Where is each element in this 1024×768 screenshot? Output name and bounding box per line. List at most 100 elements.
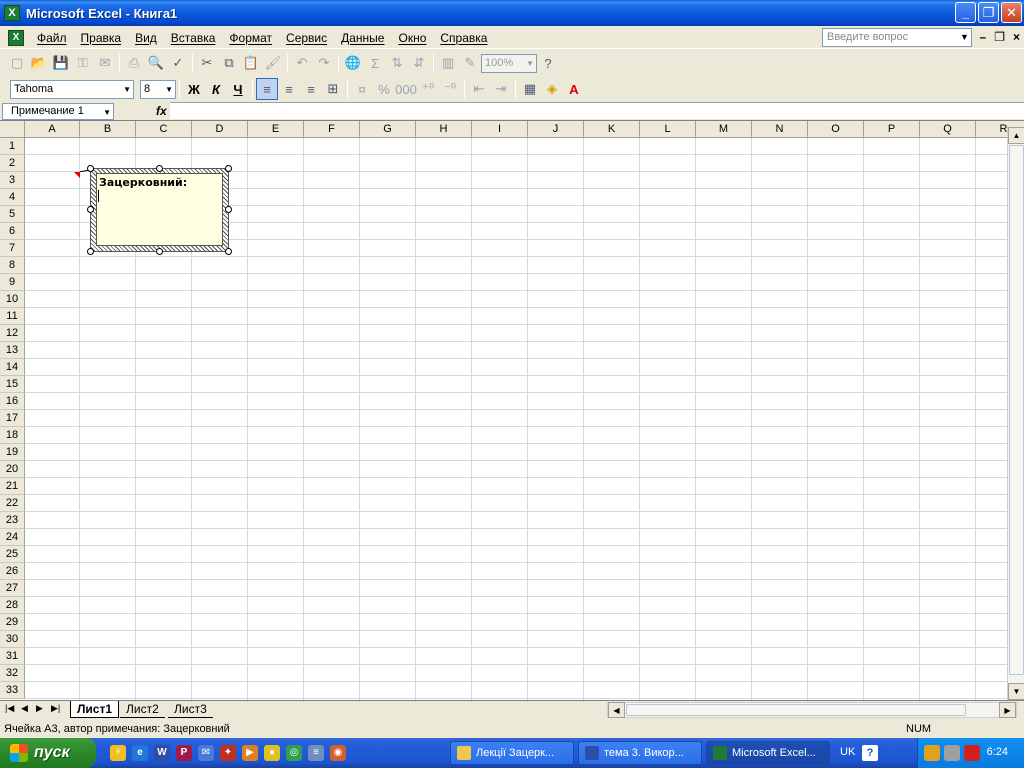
row-header-15[interactable]: 15 xyxy=(0,376,25,393)
scroll-up-icon[interactable]: ▲ xyxy=(1008,127,1024,144)
workbook-close-button[interactable]: × xyxy=(1013,30,1020,44)
resize-handle-w[interactable] xyxy=(87,206,94,213)
row-header-10[interactable]: 10 xyxy=(0,291,25,308)
drawing-icon[interactable]: ✎ xyxy=(459,52,481,74)
scroll-down-icon[interactable]: ▼ xyxy=(1008,683,1024,700)
row-header-11[interactable]: 11 xyxy=(0,308,25,325)
sheet-tab-2[interactable]: Лист2 xyxy=(120,701,165,718)
bold-button[interactable]: Ж xyxy=(183,78,205,100)
comment-box[interactable]: Зацерковний: xyxy=(96,173,223,246)
resize-handle-sw[interactable] xyxy=(87,248,94,255)
font-size-select[interactable]: 8 ▼ xyxy=(140,79,176,99)
row-header-1[interactable]: 1 xyxy=(0,138,25,155)
chart-wizard-icon[interactable]: ▥ xyxy=(437,52,459,74)
column-header-p[interactable]: P xyxy=(864,121,920,138)
resize-handle-e[interactable] xyxy=(225,206,232,213)
menu-file[interactable]: Файл xyxy=(30,29,74,47)
vertical-scroll-thumb[interactable] xyxy=(1009,145,1024,675)
next-sheet-icon[interactable]: ▶ xyxy=(36,703,43,714)
column-header-l[interactable]: L xyxy=(640,121,696,138)
resize-handle-s[interactable] xyxy=(156,248,163,255)
word-icon[interactable]: W xyxy=(154,745,170,761)
row-header-31[interactable]: 31 xyxy=(0,648,25,665)
insert-function-icon[interactable]: fx xyxy=(156,104,167,118)
column-header-o[interactable]: O xyxy=(808,121,864,138)
hyperlink-icon[interactable]: 🌐 xyxy=(342,52,364,74)
formula-input[interactable] xyxy=(170,102,1024,119)
scroll-left-icon[interactable]: ◀ xyxy=(608,702,625,718)
quicklaunch-app-icon[interactable]: ✦ xyxy=(220,745,236,761)
vertical-scrollbar[interactable]: ▲ ▼ xyxy=(1007,127,1024,700)
media-player-icon[interactable]: ▶ xyxy=(242,745,258,761)
row-header-9[interactable]: 9 xyxy=(0,274,25,291)
workbook-restore-button[interactable]: ❐ xyxy=(994,30,1005,44)
quicklaunch-app3-icon[interactable]: ◎ xyxy=(286,745,302,761)
borders-icon[interactable]: ▦ xyxy=(519,78,541,100)
align-center-icon[interactable]: ≡ xyxy=(278,78,300,100)
row-header-6[interactable]: 6 xyxy=(0,223,25,240)
close-button[interactable]: ✕ xyxy=(1001,2,1022,23)
menu-format[interactable]: Формат xyxy=(222,29,279,47)
tray-volume-icon[interactable] xyxy=(944,745,960,761)
email-icon[interactable]: ✉ xyxy=(94,52,116,74)
row-header-20[interactable]: 20 xyxy=(0,461,25,478)
increase-decimal-icon[interactable]: ⁺⁰ xyxy=(417,78,439,100)
font-name-select[interactable]: Tahoma ▼ xyxy=(10,79,134,99)
horizontal-scrollbar[interactable]: ◀ ▶ xyxy=(607,702,1017,718)
row-header-3[interactable]: 3 xyxy=(0,172,25,189)
taskbar-button-word[interactable]: тема 3. Викор... xyxy=(578,741,702,765)
italic-button[interactable]: К xyxy=(205,78,227,100)
autosum-icon[interactable]: Σ xyxy=(364,52,386,74)
language-indicator[interactable]: UK xyxy=(840,746,855,758)
decrease-decimal-icon[interactable]: ⁻⁰ xyxy=(439,78,461,100)
row-header-25[interactable]: 25 xyxy=(0,546,25,563)
row-header-33[interactable]: 33 xyxy=(0,682,25,699)
menu-help[interactable]: Справка xyxy=(433,29,494,47)
minimize-button[interactable]: _ xyxy=(955,2,976,23)
currency-icon[interactable]: ¤ xyxy=(351,78,373,100)
language-help-icon[interactable]: ? xyxy=(862,745,878,761)
cut-icon[interactable]: ✂ xyxy=(196,52,218,74)
row-header-23[interactable]: 23 xyxy=(0,512,25,529)
menu-insert[interactable]: Вставка xyxy=(164,29,223,47)
workbook-minimize-button[interactable]: – xyxy=(980,30,987,44)
column-header-i[interactable]: I xyxy=(472,121,528,138)
row-header-30[interactable]: 30 xyxy=(0,631,25,648)
sort-ascending-icon[interactable]: ⇅ xyxy=(386,52,408,74)
column-header-g[interactable]: G xyxy=(360,121,416,138)
percent-icon[interactable]: % xyxy=(373,78,395,100)
row-header-4[interactable]: 4 xyxy=(0,189,25,206)
underline-button[interactable]: Ч xyxy=(227,78,249,100)
row-header-5[interactable]: 5 xyxy=(0,206,25,223)
row-header-28[interactable]: 28 xyxy=(0,597,25,614)
select-all-corner[interactable] xyxy=(0,121,25,138)
horizontal-scroll-thumb[interactable] xyxy=(626,704,966,716)
font-color-icon[interactable]: A xyxy=(563,78,585,100)
align-left-icon[interactable]: ≡ xyxy=(256,78,278,100)
taskbar-button-folder[interactable]: Лекції Зацерк... xyxy=(450,741,574,765)
column-header-n[interactable]: N xyxy=(752,121,808,138)
row-header-12[interactable]: 12 xyxy=(0,325,25,342)
merge-center-icon[interactable]: ⊞ xyxy=(322,78,344,100)
help-icon[interactable]: ? xyxy=(537,52,559,74)
row-header-8[interactable]: 8 xyxy=(0,257,25,274)
copy-icon[interactable]: ⧉ xyxy=(218,52,240,74)
sheet-tab-3[interactable]: Лист3 xyxy=(168,701,213,718)
spelling-icon[interactable]: ✓ xyxy=(167,52,189,74)
last-sheet-icon[interactable]: ▶| xyxy=(51,703,60,714)
row-header-18[interactable]: 18 xyxy=(0,427,25,444)
row-header-19[interactable]: 19 xyxy=(0,444,25,461)
comma-style-icon[interactable]: 000 xyxy=(395,78,417,100)
row-header-32[interactable]: 32 xyxy=(0,665,25,682)
column-header-q[interactable]: Q xyxy=(920,121,976,138)
format-painter-icon[interactable]: 🖌 xyxy=(262,52,284,74)
quicklaunch-lightning-icon[interactable]: ⚡ xyxy=(110,745,126,761)
column-header-h[interactable]: H xyxy=(416,121,472,138)
row-header-24[interactable]: 24 xyxy=(0,529,25,546)
save-icon[interactable]: 💾 xyxy=(50,52,72,74)
sort-descending-icon[interactable]: ⇵ xyxy=(408,52,430,74)
row-header-29[interactable]: 29 xyxy=(0,614,25,631)
row-header-16[interactable]: 16 xyxy=(0,393,25,410)
column-header-k[interactable]: K xyxy=(584,121,640,138)
column-header-d[interactable]: D xyxy=(192,121,248,138)
